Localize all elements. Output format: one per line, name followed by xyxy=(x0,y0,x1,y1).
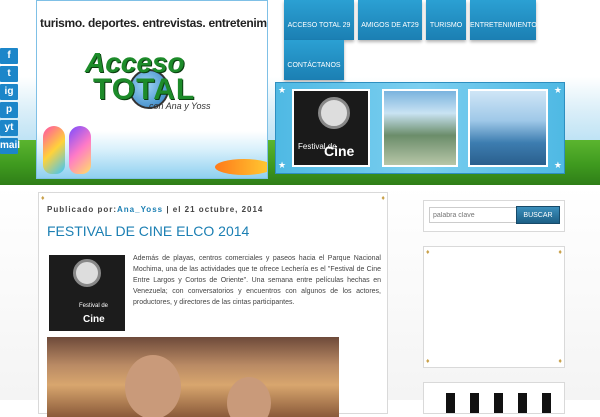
sidebar-widget-bottom xyxy=(423,382,565,414)
child-face xyxy=(125,355,181,417)
pixel-block xyxy=(494,393,503,413)
corner-ornament-icon: ♦ xyxy=(426,249,430,256)
instagram-icon[interactable]: ig xyxy=(0,84,18,100)
child-face xyxy=(227,377,271,417)
pixel-block xyxy=(542,393,551,413)
pixel-block xyxy=(470,393,479,413)
flip-flop-icon xyxy=(43,126,65,174)
post-thumbnail[interactable]: Festival de Cine xyxy=(49,255,125,331)
email-icon[interactable]: mail xyxy=(0,138,20,154)
film-reel-icon xyxy=(73,259,101,287)
star-icon: ★ xyxy=(553,160,562,170)
search-button[interactable]: BUSCAR xyxy=(516,206,560,224)
nav-amigos-de-at29[interactable]: AMIGOS DE AT29 xyxy=(358,0,422,40)
post-meta-prefix: Publicado por: xyxy=(47,205,117,214)
corner-ornament-icon: ♦ xyxy=(381,195,385,202)
nav-contactanos[interactable]: CONTÁCTANOS xyxy=(284,40,344,80)
film-reel-icon xyxy=(318,97,350,129)
nav-turismo[interactable]: TURISMO xyxy=(426,0,466,40)
star-icon: ★ xyxy=(553,85,562,95)
post-body: Además de playas, centros comerciales y … xyxy=(133,255,381,306)
site-tagline: turismo. deportes. entrevistas. entreten… xyxy=(40,16,268,30)
sidebar-widget: ♦ ♦ ♦ ♦ xyxy=(423,246,565,368)
search-widget: BUSCAR xyxy=(423,200,565,232)
poster-cine-text: Cine xyxy=(324,143,355,159)
thumb-festival-text: Festival de xyxy=(79,303,109,309)
pixel-block xyxy=(446,393,455,413)
twitter-icon[interactable]: t xyxy=(0,66,18,82)
flip-flop-icon xyxy=(69,126,91,174)
pinterest-icon[interactable]: p xyxy=(0,102,18,118)
blog-post: ♦ ♦ Publicado por:Ana_Yoss | el 21 octub… xyxy=(38,192,388,417)
post-meta: Publicado por:Ana_Yoss | el 21 octubre, … xyxy=(47,205,263,214)
nav-acceso-total-29[interactable]: ACCESO TOTAL 29 xyxy=(284,0,354,40)
slide-beach-collage[interactable] xyxy=(382,89,458,167)
star-icon: ★ xyxy=(278,85,287,95)
post-photo[interactable] xyxy=(47,337,339,417)
social-bar: f t ig p yt mail xyxy=(0,48,20,156)
pixel-block xyxy=(518,393,527,413)
corner-ornament-icon: ♦ xyxy=(558,249,562,256)
slide-festival-poster[interactable]: Festival de Cine xyxy=(292,89,370,167)
facebook-icon[interactable]: f xyxy=(0,48,18,64)
star-icon: ★ xyxy=(278,160,287,170)
main-navigation: ACCESO TOTAL 29 AMIGOS DE AT29 TURISMO E… xyxy=(284,0,584,80)
corner-ornament-icon: ♦ xyxy=(41,195,45,202)
post-title[interactable]: FESTIVAL DE CINE ELCO 2014 xyxy=(47,223,249,239)
thumb-cine-text: Cine xyxy=(83,314,105,325)
post-date: | el 21 octubre, 2014 xyxy=(166,205,264,214)
logo-signature: con Ana y Yoss xyxy=(149,101,211,111)
corner-ornament-icon: ♦ xyxy=(558,358,562,365)
youtube-icon[interactable]: yt xyxy=(0,120,18,136)
slide-coast-view[interactable] xyxy=(468,89,548,167)
nav-entretenimiento[interactable]: ENTRETENIMIENTO xyxy=(470,0,537,40)
image-slideshow[interactable]: ★ ★ ★ ★ Festival de Cine xyxy=(275,82,565,174)
post-author-link[interactable]: Ana_Yoss xyxy=(117,205,163,214)
corner-ornament-icon: ♦ xyxy=(426,358,430,365)
surfboard-icon xyxy=(215,159,267,175)
site-logo[interactable]: turismo. deportes. entrevistas. entreten… xyxy=(36,0,268,179)
search-input[interactable] xyxy=(429,207,517,223)
